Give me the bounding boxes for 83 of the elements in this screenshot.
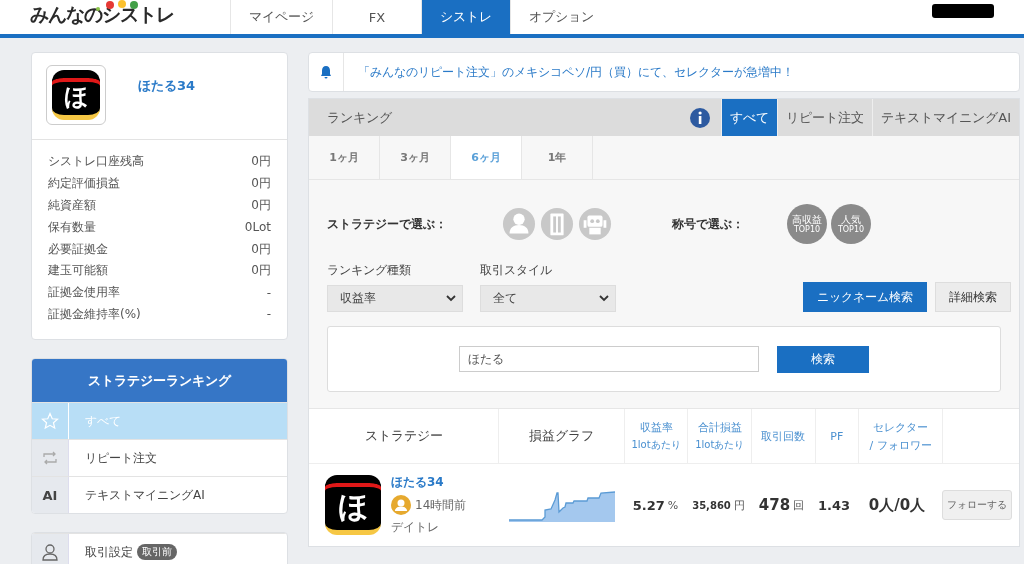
search-mode-button[interactable]: 詳細検索 <box>935 282 1011 312</box>
star-icon <box>41 412 59 431</box>
robot-filter-icon[interactable] <box>578 207 612 241</box>
ranking-tab[interactable]: リピート注文 <box>777 99 873 136</box>
profit-value: 35,860 <box>692 499 731 511</box>
strategy-name-link[interactable]: ほたる34 <box>391 474 467 491</box>
column-header: 収益率 <box>639 420 673 435</box>
nav-tab[interactable]: シストレ <box>421 0 510 34</box>
menu-item[interactable]: AI テキストマイニングAI <box>32 476 287 514</box>
trade-count: 478 <box>758 496 791 514</box>
caret-icon <box>446 295 456 302</box>
search-button[interactable]: 検索 <box>777 345 869 373</box>
column-header: ストラテジー <box>364 427 443 445</box>
building-filter-icon[interactable] <box>540 207 574 241</box>
follow-button[interactable]: フォローする <box>942 490 1012 520</box>
panel-title: ランキング <box>326 108 393 127</box>
stat-value: 0円 <box>251 262 271 280</box>
title-filter-badge[interactable]: 高収益 TOP10 <box>787 204 827 244</box>
column-header: セレクター <box>873 419 928 435</box>
stat-label: シストレ口座残高 <box>48 153 144 171</box>
column-header: 損益グラフ <box>528 427 594 445</box>
nickname-input[interactable]: ほたる <box>459 346 759 372</box>
stat-value: - <box>266 285 271 300</box>
unit-label: 回 <box>793 497 805 513</box>
user-icon <box>391 495 411 515</box>
avatar: ほ <box>325 475 381 535</box>
updated-time: 14時間前 <box>415 496 467 514</box>
caret-icon <box>599 295 609 302</box>
selector-count: 0人/0人 <box>868 495 926 515</box>
ranking-tab[interactable]: テキストマイニングAI <box>872 99 1019 136</box>
stat-label: 証拠金維持率(%) <box>48 305 141 323</box>
stat-value: 0円 <box>251 175 271 193</box>
period-tab[interactable]: 1年 <box>522 136 593 179</box>
bell-icon <box>320 65 332 79</box>
site-logo[interactable]: みんなのシストレ <box>30 2 174 34</box>
notice-link[interactable]: 「みんなのリピート注文」のメキシコペソ/円（買）にて、セレクターが急増中！ <box>344 63 795 81</box>
trade-style: デイトレ <box>391 519 440 536</box>
info-icon[interactable] <box>689 106 712 129</box>
stat-label: 保有数量 <box>48 218 96 236</box>
stat-value: 0円 <box>251 197 271 214</box>
column-header: 合計損益 <box>697 420 742 435</box>
stat-label: 約定評価損益 <box>48 175 120 193</box>
stat-label: 証拠金使用率 <box>48 284 120 302</box>
filter-label: 称号で選ぶ： <box>672 215 745 233</box>
user-name-link[interactable]: ほたる34 <box>138 77 196 127</box>
settings-item[interactable]: 取引設定 取引前 <box>32 533 287 564</box>
status-badge: 取引前 <box>137 544 177 561</box>
ranking-tab[interactable]: すべて <box>721 99 778 136</box>
column-subheader: 1lotあたり <box>695 438 745 452</box>
unit-label: % <box>667 498 679 512</box>
dropdown[interactable]: 全て <box>480 285 616 312</box>
column-subheader: / フォロワー <box>869 437 932 453</box>
stat-label: 建玉可能額 <box>48 262 108 280</box>
nav-tab[interactable]: オプション <box>510 0 612 34</box>
unit-label: 円 <box>733 497 745 513</box>
title-filter-badge[interactable]: 人気 TOP10 <box>831 204 871 244</box>
person-icon <box>41 543 59 562</box>
repeat-icon <box>42 451 58 466</box>
period-tab[interactable]: 6ヶ月 <box>451 136 522 179</box>
stat-value: 0Lot <box>244 220 271 235</box>
ai-label: AI <box>42 487 58 503</box>
column-header: PF <box>830 429 844 443</box>
stat-value: - <box>266 307 271 322</box>
person-filter-icon[interactable] <box>502 207 536 241</box>
search-mode-button[interactable]: ニックネーム検索 <box>803 282 927 312</box>
select-label: 取引スタイル <box>480 262 553 279</box>
avatar: ほ <box>52 70 100 120</box>
period-tab[interactable]: 1ヶ月 <box>309 136 380 179</box>
stat-label: 純資産額 <box>48 197 96 214</box>
pf-value: 1.43 <box>817 497 851 513</box>
return-value: 5.27 <box>632 497 665 513</box>
redaction-mark <box>932 4 994 18</box>
menu-title: ストラテジーランキング <box>32 359 287 403</box>
filter-label: ストラテジーで選ぶ： <box>327 215 448 233</box>
nav-tab[interactable]: マイページ <box>230 0 332 34</box>
select-label: ランキング種類 <box>327 262 412 279</box>
stat-value: 0円 <box>251 240 271 258</box>
menu-item[interactable]: リピート注文 <box>32 439 287 477</box>
column-header: 取引回数 <box>761 428 806 444</box>
dropdown[interactable]: 収益率 <box>327 285 463 312</box>
stat-label: 必要証拠金 <box>48 240 108 258</box>
column-subheader: 1lotあたり <box>631 438 681 452</box>
stat-value: 0円 <box>251 153 271 171</box>
